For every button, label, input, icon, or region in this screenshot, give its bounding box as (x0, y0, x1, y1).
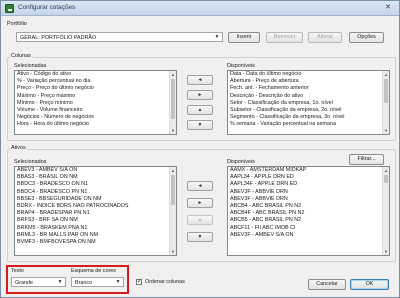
list-item[interactable]: AAPL34F - APPLE DRN ED (228, 181, 389, 188)
list-item[interactable]: Segmento - Classificação da empresa, 3o.… (228, 114, 389, 121)
insert-button[interactable]: Inserir (228, 32, 260, 43)
list-item[interactable]: BRML3 - BR MALLS PAR ON NM (15, 232, 176, 239)
sort-columns-checkbox[interactable] (136, 278, 142, 285)
scrollbar-thumb[interactable] (384, 175, 388, 183)
list-item[interactable]: AAPL34 - APPLE DRN ED (228, 174, 389, 181)
scroll-up-icon[interactable]: ▲ (170, 167, 176, 174)
sort-columns-label: Ordenar colunas (145, 279, 185, 285)
columns-selected-header: Selecionadas (14, 63, 47, 69)
scroll-up-icon[interactable]: ▲ (383, 167, 389, 174)
filter-button[interactable]: Filtrar... (349, 154, 384, 165)
color-scheme-label: Esquema de cores (71, 268, 116, 274)
list-item[interactable]: ABCB4F - ABC BRASIL PN N2 (228, 210, 389, 217)
list-item[interactable]: BVMF3 - BMFBOVESPA ON NM (15, 239, 176, 246)
list-item[interactable]: ABEV3 - AMBEV S/A ON (15, 167, 176, 174)
list-item[interactable]: BBSE3 - BBSEGURIDADE ON NM (15, 196, 176, 203)
color-scheme-value: Branco (75, 280, 93, 286)
scroll-down-icon[interactable]: ▼ (383, 248, 389, 255)
list-item[interactable]: Abertura - Preço de abertura (228, 78, 389, 85)
scrollbar[interactable]: ▲ ▼ (382, 167, 389, 255)
chevron-down-icon: ▼ (115, 279, 121, 285)
scroll-down-icon[interactable]: ▼ (383, 127, 389, 134)
columns-available-list[interactable]: Data - Data do último negócio Abertura - … (227, 70, 390, 135)
list-item[interactable]: Negócios - Número de negócios (15, 114, 176, 121)
list-item[interactable]: Data - Data do último negócio (228, 71, 389, 78)
add-asset-button[interactable]: ◄ (187, 181, 213, 191)
scroll-up-icon[interactable]: ▲ (383, 71, 389, 78)
list-item[interactable]: Mínimo - Preço mínimo (15, 100, 176, 107)
portfolio-label: Portfólio (7, 21, 27, 27)
list-item[interactable]: ABCB4 - ABC BRASIL PN N2 (228, 203, 389, 210)
text-size-value: Grande (15, 280, 33, 286)
text-size-label: Texto (11, 268, 24, 274)
assets-available-header: Disponíveis (227, 159, 255, 165)
scrollbar[interactable]: ▲ ▼ (169, 71, 176, 134)
list-item[interactable]: Máximo - Preço máximo (15, 93, 176, 100)
list-item[interactable]: BBDC4 - BRADESCO PN N1 (15, 189, 176, 196)
list-item[interactable]: BBDC3 - BRADESCO ON N1 (15, 181, 176, 188)
list-item[interactable]: BBAS3 - BRASIL ON NM (15, 174, 176, 181)
list-item[interactable]: BRAP4 - BRADESPAR PN N1 (15, 210, 176, 217)
list-item[interactable]: Setor - Classificação da empresa, 1o. ní… (228, 100, 389, 107)
assets-available-list[interactable]: AAMX - AMSTERDAM MIDKAP AAPL34 - APPLE DR… (227, 166, 390, 256)
list-item[interactable]: ABCB5 - ABC BRASIL PN N2 (228, 217, 389, 224)
scroll-up-icon[interactable]: ▲ (170, 71, 176, 78)
scroll-down-icon[interactable]: ▼ (170, 127, 176, 134)
remove-asset-button[interactable]: ► (187, 198, 213, 208)
change-button[interactable]: Alterar (308, 32, 342, 43)
list-item[interactable]: % semana - Variação percentual na semana (228, 121, 389, 128)
columns-available-header: Disponíveis (227, 63, 255, 69)
title-bar: Configurar cotações ✕ (1, 1, 399, 16)
options-button[interactable]: Opções (349, 32, 384, 43)
scrollbar-thumb[interactable] (171, 79, 175, 119)
list-item[interactable]: Fech. ant. - Fechamento anterior (228, 85, 389, 92)
scrollbar-thumb[interactable] (384, 79, 388, 103)
window-title: Configurar cotações (18, 4, 76, 11)
assets-selected-header: Selecionados (14, 159, 47, 165)
portfolio-select-value: GERAL: PORTFÓLIO PADRÃO (20, 35, 97, 41)
add-column-button[interactable]: ◄ (187, 75, 213, 85)
assets-label: Ativos (10, 145, 27, 151)
spreadsheet-icon (5, 4, 14, 13)
list-item[interactable]: Ativo - Código do ativo (15, 71, 176, 78)
columns-selected-list[interactable]: Ativo - Código do ativo% - Variação perc… (14, 70, 177, 135)
list-item[interactable]: BRKM5 - BRASKEM PNA N1 (15, 225, 176, 232)
list-item[interactable]: Descrição - Descrição do ativo (228, 93, 389, 100)
cancel-button[interactable]: Cancelar (308, 279, 346, 290)
list-item[interactable]: ABEV3F - ABBVIE DRN (228, 189, 389, 196)
scroll-down-icon[interactable]: ▼ (170, 248, 176, 255)
move-column-up-button[interactable]: ▲ (187, 105, 213, 115)
list-item[interactable]: ABEV3F - AMBEV S/A ON (228, 232, 389, 239)
text-size-select[interactable]: Grande ▼ (11, 277, 66, 287)
list-item[interactable]: Volume - Volume financeiro (15, 107, 176, 114)
list-item[interactable]: AAMX - AMSTERDAM MIDKAP (228, 167, 389, 174)
list-item[interactable]: % - Variação percentual no dia (15, 78, 176, 85)
close-icon[interactable]: ✕ (381, 3, 395, 13)
list-item[interactable]: Subsetor - Classificação da empresa, 2o.… (228, 107, 389, 114)
chevron-down-icon: ▼ (57, 279, 63, 285)
portfolio-select[interactable]: GERAL: PORTFÓLIO PADRÃO ▼ (16, 32, 223, 42)
list-item[interactable]: Preço - Preço do último negócio (15, 85, 176, 92)
move-column-down-button[interactable]: ▼ (187, 120, 213, 130)
chevron-down-icon: ▼ (214, 34, 220, 40)
move-asset-up-button[interactable]: ▲ (187, 215, 213, 225)
scrollbar[interactable]: ▲ ▼ (382, 71, 389, 134)
remove-column-button[interactable]: ► (187, 90, 213, 100)
scrollbar[interactable]: ▲ ▼ (169, 167, 176, 255)
list-item[interactable]: Hora - Hora do último negócio (15, 121, 176, 128)
move-asset-down-button[interactable]: ▼ (187, 232, 213, 242)
ok-button[interactable]: OK (350, 279, 389, 290)
assets-selected-list[interactable]: ABEV3 - AMBEV S/A ON BBAS3 - BRASIL ON NM… (14, 166, 177, 256)
columns-label: Colunas (10, 53, 32, 59)
list-item[interactable]: ABEV3F - ABBVIE DRN (228, 196, 389, 203)
list-item[interactable]: BDRX - ÍNDICE BDRS NÃO PATROCINADOS (15, 203, 176, 210)
config-dialog: Configurar cotações ✕ Portfólio GERAL: P… (0, 0, 400, 298)
list-item[interactable]: ABCF11 - FII ABC IMOB CI (228, 225, 389, 232)
scrollbar-thumb[interactable] (171, 175, 175, 205)
color-scheme-select[interactable]: Branco ▼ (71, 277, 124, 287)
list-item[interactable]: BRFS3 - BRF SA ON NM (15, 217, 176, 224)
remove-button[interactable]: Remover (266, 32, 303, 43)
